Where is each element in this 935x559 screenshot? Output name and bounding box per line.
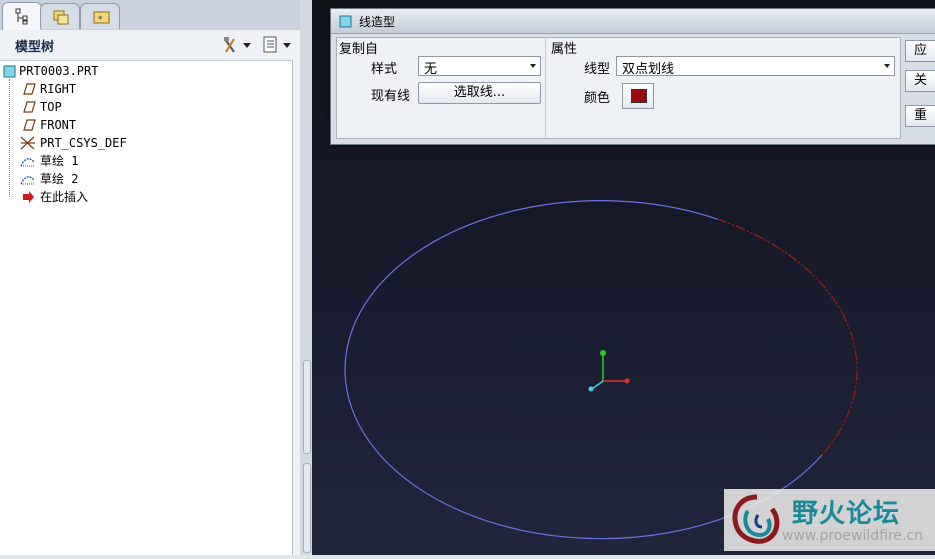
tree-show-button[interactable] (261, 34, 297, 56)
watermark-url: www.proewildfire.cn (782, 528, 924, 544)
style-combo[interactable]: 无 (418, 56, 541, 77)
datum-plane-icon (23, 119, 36, 131)
model-tree-header: 模型树 (0, 30, 300, 60)
tree-item-label: TOP (40, 100, 62, 114)
apply-button[interactable]: 应用 (905, 40, 935, 62)
datum-plane-icon (23, 83, 36, 95)
tab-folder-browser[interactable] (40, 3, 80, 29)
color-swatch (631, 89, 647, 103)
model-tree-icon (15, 8, 28, 25)
style-label: 样式 (371, 62, 398, 77)
favorites-folder-icon: * (93, 11, 110, 25)
splitter-grip-bottom[interactable] (303, 463, 311, 553)
dialog-title-bar[interactable]: 线造型 (331, 9, 935, 34)
axis-z (591, 380, 604, 390)
copy-from-group-label: 复制自 (339, 42, 379, 57)
select-line-button[interactable]: 选取线... (418, 82, 541, 104)
tree-item-label: FRONT (40, 118, 77, 132)
tree-item-label: RIGHT (40, 82, 77, 96)
chevron-down-icon (530, 64, 536, 68)
sketch-curve-solid (344, 200, 823, 540)
tree-item-label: PRT_CSYS_DEF (40, 136, 127, 150)
watermark-title: 野火论坛 (792, 499, 901, 529)
insert-arrow-icon (23, 191, 34, 203)
axis-z-end (588, 386, 594, 392)
properties-group-label: 属性 (551, 42, 578, 57)
svg-text:*: * (98, 15, 103, 25)
color-swatch-button[interactable] (622, 83, 654, 109)
csys-icon (20, 136, 35, 150)
line-style-dialog: 线造型 复制自 样式 无 现有线 选取线... 属性 线型 双点划线 颜色 应用… (330, 8, 935, 145)
close-button[interactable]: 关闭 (905, 70, 935, 92)
model-tree-title: 模型树 (15, 40, 55, 55)
splitter-grip-top[interactable] (303, 360, 311, 454)
tree-settings-button[interactable] (221, 34, 257, 56)
forum-watermark: 野火论坛 www.proewildfire.cn (724, 489, 935, 551)
coordinate-system-triad (588, 350, 630, 392)
axis-x-end (624, 378, 630, 384)
tree-item-label: 在此插入 (40, 190, 89, 204)
linetype-value: 双点划线 (622, 62, 675, 77)
dialog-body: 复制自 样式 无 现有线 选取线... 属性 线型 双点划线 颜色 (336, 37, 901, 139)
tree-item-label: PRT0003.PRT (19, 64, 99, 78)
datum-plane-icon (23, 101, 36, 113)
panel-splitter[interactable] (300, 0, 312, 555)
axis-y-end (600, 350, 606, 356)
list-icon (263, 36, 291, 53)
folder-browser-icon (53, 10, 69, 25)
tree-item-label: 草绘 2 (40, 172, 79, 186)
panel-tab-bar: * (0, 0, 300, 30)
dialog-icon (339, 15, 352, 28)
group-separator (545, 38, 546, 138)
existing-line-label: 现有线 (371, 89, 411, 104)
part-icon (3, 65, 16, 78)
sketch-icon (20, 176, 35, 185)
linetype-label: 线型 (584, 62, 611, 77)
chevron-down-icon (884, 64, 890, 68)
sketch-icon (20, 158, 35, 167)
flame-logo-icon (732, 494, 780, 544)
color-label: 颜色 (584, 91, 611, 106)
tab-model-tree[interactable] (2, 2, 42, 30)
sketch-curve-phantom (716, 218, 858, 456)
tools-icon (224, 37, 251, 53)
tab-favorites[interactable]: * (80, 3, 120, 29)
tree-connector-line (9, 79, 10, 197)
style-value: 无 (424, 62, 438, 77)
linetype-combo[interactable]: 双点划线 (616, 56, 895, 77)
reset-button[interactable]: 重置 (905, 105, 935, 127)
tree-item-label: 草绘 1 (40, 154, 79, 168)
dialog-title: 线造型 (359, 15, 396, 29)
